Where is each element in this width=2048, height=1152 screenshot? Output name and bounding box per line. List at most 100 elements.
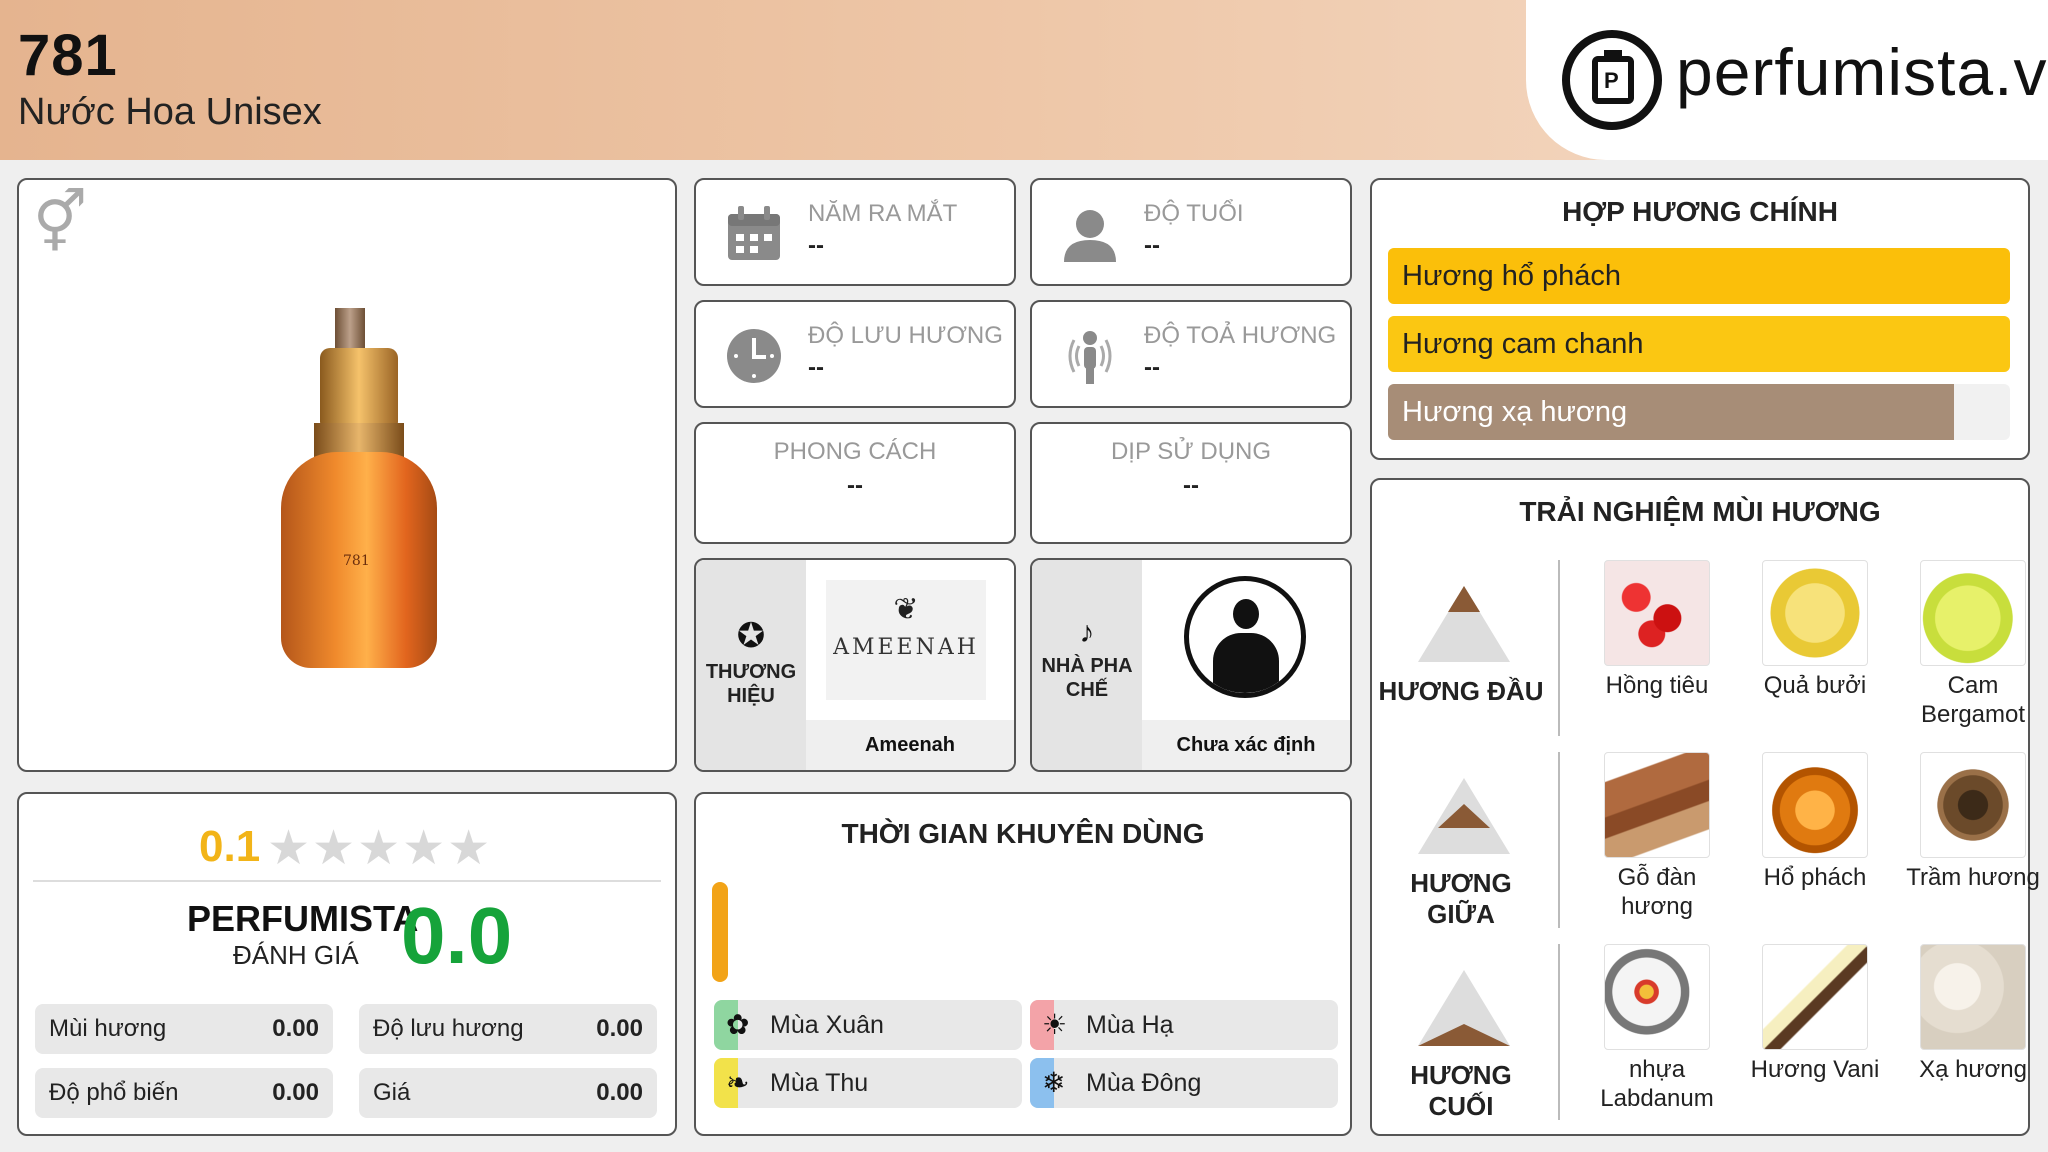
sun-icon: ☀ [1042,1009,1068,1040]
brand-name[interactable]: Ameenah [806,720,1014,770]
product-name: 781 [18,23,118,88]
season-label: Mùa Thu [770,1069,869,1097]
note-name: Xạ hương [1919,1056,2027,1083]
time-of-day-bar [712,882,728,982]
leaf-icon: ❧ [726,1067,750,1098]
header-banner: 781 Nước Hoa Unisex P perfumista.vn [0,0,2048,160]
note-name: Quả bưởi [1763,672,1867,699]
divider [1558,752,1560,928]
style-card: PHONG CÁCH -- [694,422,1016,544]
note-name: Cam Bergamot [1920,672,2026,728]
calendar-icon [728,206,780,260]
divider [1558,944,1560,1120]
perfumer-side: ♪ NHÀ PHA CHẾ [1032,560,1142,770]
brand-logo-text: AMEENAH [833,635,979,660]
metric-popularity: Độ phổ biến 0.00 [35,1068,333,1118]
metric-longevity: Độ lưu hương 0.00 [359,1004,657,1054]
logo-text: perfumista.vn [1676,35,2048,109]
snowflake-icon: ❄ [1042,1067,1066,1098]
note-item[interactable]: Trầm hương [1898,752,2048,893]
recommended-time-panel: THỜI GIAN KHUYÊN DÙNG ✿ Mùa Xuân ☀ Mùa H… [694,792,1352,1136]
occasion-value: -- [1183,472,1199,499]
age-label: ĐỘ TUỔI [1144,200,1244,227]
note-item[interactable]: Quả bưởi [1740,560,1890,701]
scent-experience-panel: TRẢI NGHIỆM MÙI HƯƠNG HƯƠNG ĐẦU Hồng tiê… [1370,478,2040,1136]
metric-value: 0.00 [596,1079,643,1106]
note-name: nhựa Labdanum [1600,1056,1714,1112]
agarwood-image [1920,752,2026,858]
perfumista-score: 0.0 [401,891,513,980]
note-item[interactable]: Hương Vani [1740,944,1890,1085]
occasion-card: DỊP SỬ DỤNG -- [1030,422,1352,544]
season-label: Mùa Hạ [1086,1011,1174,1039]
perfumer-silhouette-icon [1184,576,1306,698]
product-type: Nước Hoa Unisex [18,91,322,133]
perfumer-name[interactable]: Chưa xác định [1142,720,1350,770]
divider [33,880,661,882]
user-icon [1064,210,1116,262]
age-card: ĐỘ TUỔI -- [1030,178,1352,286]
unisex-symbol-icon: ⚥ [33,189,88,256]
release-year-value: -- [808,232,824,259]
pink-pepper-image [1604,560,1710,666]
metric-value: 0.00 [596,1015,643,1042]
brand-logo-image: ❦ AMEENAH [806,560,1014,715]
bergamot-image [1920,560,2026,666]
accord-label: Hương cam chanh [1402,328,1644,360]
note-row-label: HƯƠNG CUỐI [1410,1060,1512,1121]
metric-value: 0.00 [272,1079,319,1106]
user-score: 0.1 [199,822,261,871]
release-year-card: NĂM RA MẮT -- [694,178,1016,286]
product-image-panel: ⚥ 781 [17,178,677,772]
clock-icon [727,329,781,383]
brand-label: THƯƠNG HIỆU [705,661,797,707]
metric-price: Giá 0.00 [359,1068,657,1118]
metric-label: Mùi hương [49,1015,167,1042]
style-label: PHONG CÁCH [773,438,937,465]
note-name: Hổ phách [1763,864,1867,891]
amber-image [1762,752,1868,858]
nose-icon: ♪ [1079,616,1095,649]
perfumer-label: NHÀ PHA CHẾ [1041,655,1133,701]
accord-label: Hương xạ hương [1402,396,1628,428]
metric-scent: Mùi hương 0.00 [35,1004,333,1054]
accord-label: Hương hổ phách [1402,260,1622,292]
metric-label: Độ lưu hương [373,1015,524,1042]
labdanum-image [1604,944,1710,1050]
star-rating[interactable]: ★★★★★ [267,820,492,876]
season-label: Mùa Xuân [770,1011,884,1039]
season-spring: ✿ Mùa Xuân [714,1000,1022,1050]
flower-icon: ✿ [726,1009,750,1040]
metric-label: Giá [373,1079,411,1106]
note-item[interactable]: Hổ phách [1740,752,1890,893]
brand-card[interactable]: ✪ THƯƠNG HIỆU ❦ AMEENAH Ameenah [694,558,1016,772]
note-item[interactable]: Hồng tiêu [1582,560,1732,701]
scent-experience-title: TRẢI NGHIỆM MÙI HƯƠNG [1519,496,1881,527]
season-winter: ❄ Mùa Đông [1030,1058,1338,1108]
season-label: Mùa Đông [1086,1069,1202,1097]
site-logo[interactable]: P perfumista.vn [1526,0,2048,160]
season-summer: ☀ Mùa Hạ [1030,1000,1338,1050]
grapefruit-image [1762,560,1868,666]
occasion-label: DỊP SỬ DỤNG [1110,438,1272,465]
note-row-label: HƯƠNG ĐẦU [1378,676,1544,706]
sillage-value: -- [1144,354,1160,381]
release-year-label: NĂM RA MẮT [808,200,958,227]
note-item[interactable]: nhựa Labdanum [1582,944,1732,1114]
note-item[interactable]: Gỗ đàn hương [1582,752,1732,922]
star-circle-icon: ✪ [736,617,766,655]
metric-value: 0.00 [272,1015,319,1042]
recommended-time-title: THỜI GIAN KHUYÊN DÙNG [841,818,1205,849]
accord-citrus: Hương cam chanh [1388,316,2010,372]
accord-amber: Hương hổ phách [1388,248,2010,304]
note-name: Gỗ đàn hương [1617,864,1697,920]
rating-panel: 0.1 ★★★★★ PERFUMISTA ĐÁNH GIÁ 0.0 Mùi hư… [17,792,677,1136]
main-accords-panel: HỢP HƯƠNG CHÍNH Hương hổ phách Hương cam… [1370,178,2030,460]
user-rating: 0.1 ★★★★★ [19,812,675,875]
longevity-label: ĐỘ LƯU HƯƠNG [808,322,1003,349]
season-autumn: ❧ Mùa Thu [714,1058,1022,1108]
note-item[interactable]: Cam Bergamot [1898,560,2048,730]
note-item[interactable]: Xạ hương [1898,944,2048,1085]
brand-emblem-icon: ❦ [893,592,919,627]
perfumer-card[interactable]: ♪ NHÀ PHA CHẾ Chưa xác định [1030,558,1352,772]
